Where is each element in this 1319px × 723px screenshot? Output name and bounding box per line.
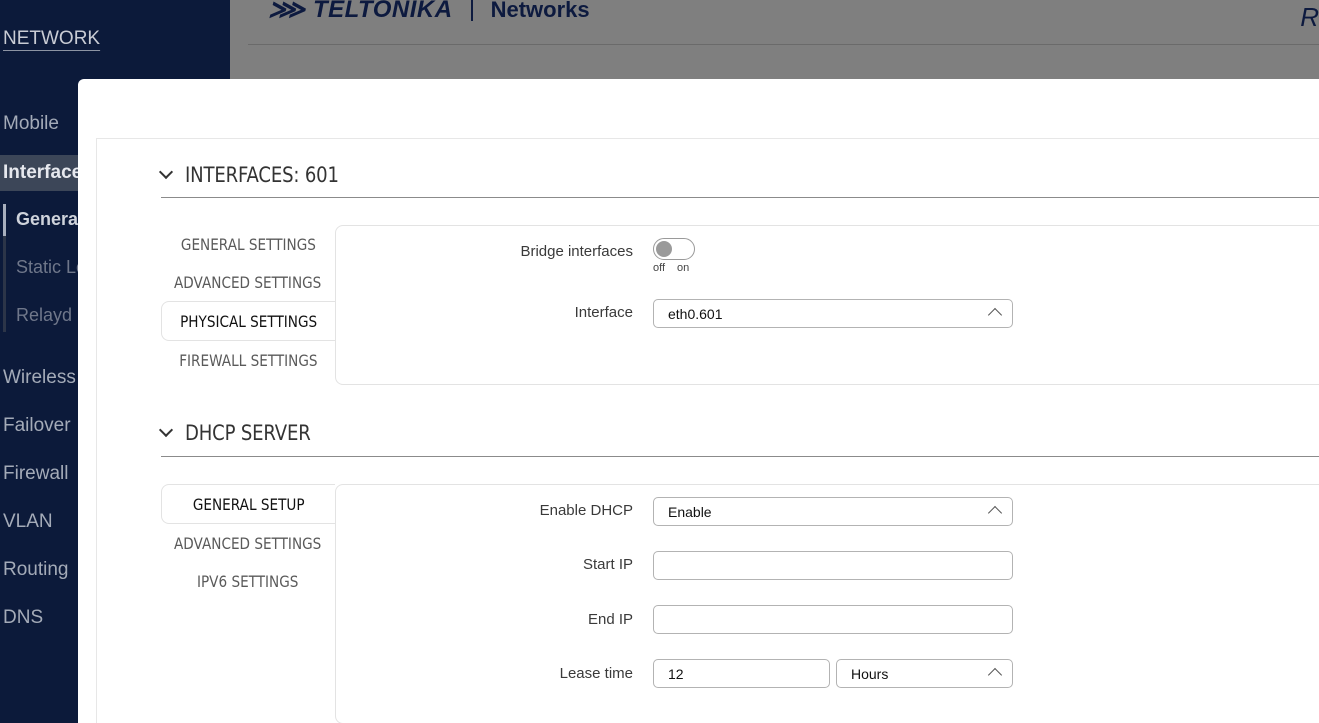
bridge-interfaces-toggle[interactable]	[653, 238, 695, 260]
toggle-on-label: on	[677, 262, 690, 274]
end-ip-label: End IP	[587, 611, 633, 628]
sidebar-item-dns[interactable]: DNS	[3, 607, 43, 629]
sidebar-item-firewall[interactable]: Firewall	[3, 463, 68, 485]
tab-advanced-settings-label: ADVANCED SETTINGS	[174, 272, 322, 292]
lease-time-unit-select[interactable]: Hours	[836, 659, 1013, 688]
sidebar-item-mobile[interactable]: Mobile	[3, 113, 59, 135]
tab-general-settings-label: GENERAL SETTINGS	[180, 234, 316, 254]
start-ip-label: Start IP	[582, 556, 633, 573]
tab-general-settings[interactable]: GENERAL SETTINGS	[161, 225, 335, 263]
enable-dhcp-select-value: Enable	[668, 503, 712, 520]
enable-dhcp-label: Enable DHCP	[539, 502, 633, 519]
interface-select[interactable]: eth0.601	[653, 299, 1013, 328]
brand-divider	[470, 0, 473, 21]
interfaces-section-title: INTERFACES: 601	[185, 163, 339, 187]
dhcp-section-title: DHCP SERVER	[185, 421, 311, 445]
interface-label: Interface	[574, 304, 633, 321]
sidebar-item-vlan[interactable]: VLAN	[3, 511, 53, 533]
header-divider	[248, 44, 1319, 45]
tab-general-setup-label: GENERAL SETUP	[192, 494, 305, 514]
dhcp-section-divider	[161, 456, 1319, 457]
start-ip-input[interactable]	[653, 551, 1013, 580]
interfaces-section-header[interactable]: INTERFACES: 601	[158, 163, 364, 187]
sidebar-subitem-relayd[interactable]: Relayd	[16, 305, 72, 326]
tab-advanced-settings[interactable]: ADVANCED SETTINGS	[161, 263, 335, 301]
brand-logo: ⋙ TELTONIKA Networks	[268, 0, 590, 25]
toggle-knob	[656, 241, 672, 257]
chevron-up-icon	[987, 667, 1003, 683]
dhcp-section-header[interactable]: DHCP SERVER	[158, 421, 331, 445]
bridge-interfaces-label: Bridge interfaces	[520, 243, 633, 260]
tab-physical-settings[interactable]: PHYSICAL SETTINGS	[161, 301, 335, 341]
tab-dhcp-advanced-settings[interactable]: ADVANCED SETTINGS	[161, 524, 335, 562]
lease-time-unit-value: Hours	[851, 665, 889, 682]
tab-firewall-settings-label: FIREWALL SETTINGS	[178, 350, 318, 370]
modal-panel: INTERFACES: 601 GENERAL SETTINGS ADVANCE…	[96, 138, 1319, 723]
teltonika-logo-icon: ⋙	[268, 0, 305, 24]
lease-time-label: Lease time	[559, 665, 633, 682]
brand-name: TELTONIKA	[312, 0, 453, 23]
enable-dhcp-select[interactable]: Enable	[653, 497, 1013, 526]
dhcp-tabs: GENERAL SETUP ADVANCED SETTINGS IPV6 SET…	[161, 484, 335, 600]
chevron-up-icon	[987, 307, 1003, 323]
sidebar-subitem-general[interactable]: General	[16, 209, 83, 230]
sidebar-item-wireless[interactable]: Wireless	[3, 367, 76, 389]
chevron-down-icon[interactable]	[158, 164, 174, 180]
brand-suffix: Networks	[490, 0, 590, 22]
tab-ipv6-settings-label: IPV6 SETTINGS	[197, 571, 299, 591]
toggle-state-labels: off on	[653, 262, 689, 274]
sidebar-subnav-active-marker	[3, 204, 6, 236]
header-right-fragment: R	[1300, 2, 1319, 32]
tab-dhcp-advanced-settings-label: ADVANCED SETTINGS	[174, 533, 322, 553]
chevron-down-icon[interactable]	[158, 422, 174, 438]
header: ⋙ TELTONIKA Networks R	[230, 0, 1319, 79]
sidebar-item-routing[interactable]: Routing	[3, 559, 69, 581]
sidebar-subnav-track	[3, 204, 6, 332]
interface-select-value: eth0.601	[668, 305, 723, 322]
tab-ipv6-settings[interactable]: IPV6 SETTINGS	[161, 562, 335, 600]
tab-general-setup[interactable]: GENERAL SETUP	[161, 484, 335, 524]
interfaces-tabs: GENERAL SETTINGS ADVANCED SETTINGS PHYSI…	[161, 225, 335, 379]
edit-interface-modal: INTERFACES: 601 GENERAL SETTINGS ADVANCE…	[78, 79, 1319, 723]
chevron-up-icon	[987, 505, 1003, 521]
tab-physical-settings-label: PHYSICAL SETTINGS	[179, 311, 318, 331]
sidebar-item-failover[interactable]: Failover	[3, 415, 71, 437]
toggle-off-label: off	[653, 262, 666, 274]
sidebar-section-title: NETWORK	[3, 28, 101, 49]
interfaces-section-divider	[161, 197, 1319, 198]
lease-time-input[interactable]: 12	[653, 659, 830, 688]
end-ip-input[interactable]	[653, 605, 1013, 634]
tab-firewall-settings[interactable]: FIREWALL SETTINGS	[161, 341, 335, 379]
